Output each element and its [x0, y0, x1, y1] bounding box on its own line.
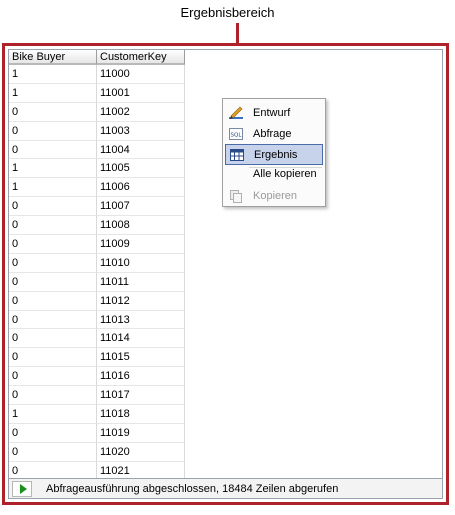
cell-customerkey[interactable]: 11003 — [97, 121, 185, 141]
result-grid-icon — [228, 147, 246, 163]
table-row[interactable]: 1 11001 — [9, 83, 185, 103]
grid-header: Bike Buyer CustomerKey — [9, 50, 185, 65]
cell-bike-buyer[interactable]: 1 — [9, 159, 97, 179]
table-row[interactable]: 0 11014 — [9, 329, 185, 349]
cell-bike-buyer[interactable]: 0 — [9, 329, 97, 349]
cell-bike-buyer[interactable]: 0 — [9, 442, 97, 462]
table-row[interactable]: 0 11007 — [9, 197, 185, 217]
cell-customerkey[interactable]: 11012 — [97, 291, 185, 311]
cell-customerkey[interactable]: 11020 — [97, 442, 185, 462]
cell-customerkey[interactable]: 11001 — [97, 83, 185, 103]
cell-customerkey[interactable]: 11011 — [97, 272, 185, 292]
cell-customerkey[interactable]: 11014 — [97, 329, 185, 349]
menu-label-abfrage: Abfrage — [253, 127, 292, 140]
cell-customerkey[interactable]: 11007 — [97, 197, 185, 217]
table-row[interactable]: 0 11020 — [9, 442, 185, 462]
table-row[interactable]: 0 11004 — [9, 140, 185, 160]
cell-customerkey[interactable]: 11002 — [97, 102, 185, 122]
cell-customerkey[interactable]: 11019 — [97, 423, 185, 443]
context-menu: Entwurf SQL Abfrage Ergebnis Alle kopier… — [222, 98, 326, 207]
table-row[interactable]: 1 11006 — [9, 178, 185, 198]
cell-bike-buyer[interactable]: 0 — [9, 235, 97, 254]
table-row[interactable]: 1 11005 — [9, 159, 185, 179]
menu-item-ergebnis[interactable]: Ergebnis — [225, 144, 323, 165]
cell-bike-buyer[interactable]: 0 — [9, 102, 97, 122]
cell-bike-buyer[interactable]: 0 — [9, 291, 97, 311]
cell-bike-buyer[interactable]: 0 — [9, 140, 97, 160]
cell-bike-buyer[interactable]: 0 — [9, 367, 97, 387]
cell-bike-buyer[interactable]: 1 — [9, 65, 97, 84]
cell-bike-buyer[interactable]: 0 — [9, 348, 97, 368]
table-row[interactable]: 0 11017 — [9, 386, 185, 406]
table-row[interactable]: 0 11008 — [9, 216, 185, 236]
cell-customerkey[interactable]: 11005 — [97, 159, 185, 179]
cell-bike-buyer[interactable]: 0 — [9, 216, 97, 236]
cell-customerkey[interactable]: 11008 — [97, 216, 185, 236]
cell-customerkey[interactable]: 11000 — [97, 65, 185, 84]
design-view-icon — [227, 105, 245, 121]
menu-item-alle-kopieren[interactable]: Alle kopieren — [225, 163, 323, 184]
menu-item-entwurf[interactable]: Entwurf — [225, 102, 323, 123]
cell-bike-buyer[interactable]: 0 — [9, 253, 97, 273]
cell-bike-buyer[interactable]: 1 — [9, 178, 97, 198]
grid-body: 1 11000 1 11001 0 11002 0 11003 0 11004 1 11005 1 110… — [9, 65, 185, 484]
table-row[interactable]: 0 11019 — [9, 423, 185, 443]
status-bar: Abfrageausführung abgeschlossen, 18484 Z… — [9, 478, 442, 498]
cell-bike-buyer[interactable]: 1 — [9, 83, 97, 103]
menu-label-entwurf: Entwurf — [253, 106, 291, 119]
table-row[interactable]: 0 11002 — [9, 102, 185, 122]
results-grid[interactable]: Bike Buyer CustomerKey 1 11000 1 11001 0 1100… — [9, 50, 185, 484]
callout-pointer-line — [236, 23, 239, 43]
sql-query-icon: SQL — [227, 126, 245, 142]
table-row[interactable]: 1 11000 — [9, 65, 185, 84]
cell-bike-buyer[interactable]: 0 — [9, 423, 97, 443]
cell-customerkey[interactable]: 11004 — [97, 140, 185, 160]
column-header-bike-buyer[interactable]: Bike Buyer — [9, 50, 97, 65]
table-row[interactable]: 1 11018 — [9, 405, 185, 424]
cell-customerkey[interactable]: 11018 — [97, 405, 185, 424]
cell-customerkey[interactable]: 11017 — [97, 386, 185, 406]
cell-customerkey[interactable]: 11006 — [97, 178, 185, 198]
table-row[interactable]: 0 11013 — [9, 310, 185, 330]
cell-bike-buyer[interactable]: 0 — [9, 386, 97, 406]
cell-bike-buyer[interactable]: 0 — [9, 272, 97, 292]
menu-label-alle-kopieren: Alle kopieren — [253, 167, 317, 180]
cell-customerkey[interactable]: 11016 — [97, 367, 185, 387]
table-row[interactable]: 0 11012 — [9, 291, 185, 311]
table-row[interactable]: 0 11010 — [9, 253, 185, 273]
play-icon[interactable] — [12, 480, 32, 497]
status-text: Abfrageausführung abgeschlossen, 18484 Z… — [46, 482, 339, 495]
callout-label: Ergebnisbereich — [180, 5, 275, 20]
table-row[interactable]: 0 11009 — [9, 235, 185, 254]
cell-customerkey[interactable]: 11010 — [97, 253, 185, 273]
table-row[interactable]: 0 11011 — [9, 272, 185, 292]
menu-label-ergebnis: Ergebnis — [254, 148, 298, 161]
cell-customerkey[interactable]: 11015 — [97, 348, 185, 368]
svg-text:SQL: SQL — [231, 132, 243, 138]
cell-customerkey[interactable]: 11009 — [97, 235, 185, 254]
copy-icon — [227, 188, 245, 204]
cell-bike-buyer[interactable]: 1 — [9, 405, 97, 424]
menu-item-abfrage[interactable]: SQL Abfrage — [225, 123, 323, 144]
table-row[interactable]: 0 11003 — [9, 121, 185, 141]
cell-bike-buyer[interactable]: 0 — [9, 310, 97, 330]
cell-bike-buyer[interactable]: 0 — [9, 197, 97, 217]
table-row[interactable]: 0 11015 — [9, 348, 185, 368]
cell-bike-buyer[interactable]: 0 — [9, 121, 97, 141]
menu-label-kopieren: Kopieren — [253, 189, 298, 202]
column-header-customerkey[interactable]: CustomerKey — [97, 50, 185, 65]
menu-item-kopieren: Kopieren — [225, 185, 323, 206]
cell-customerkey[interactable]: 11013 — [97, 310, 185, 330]
table-row[interactable]: 0 11016 — [9, 367, 185, 387]
